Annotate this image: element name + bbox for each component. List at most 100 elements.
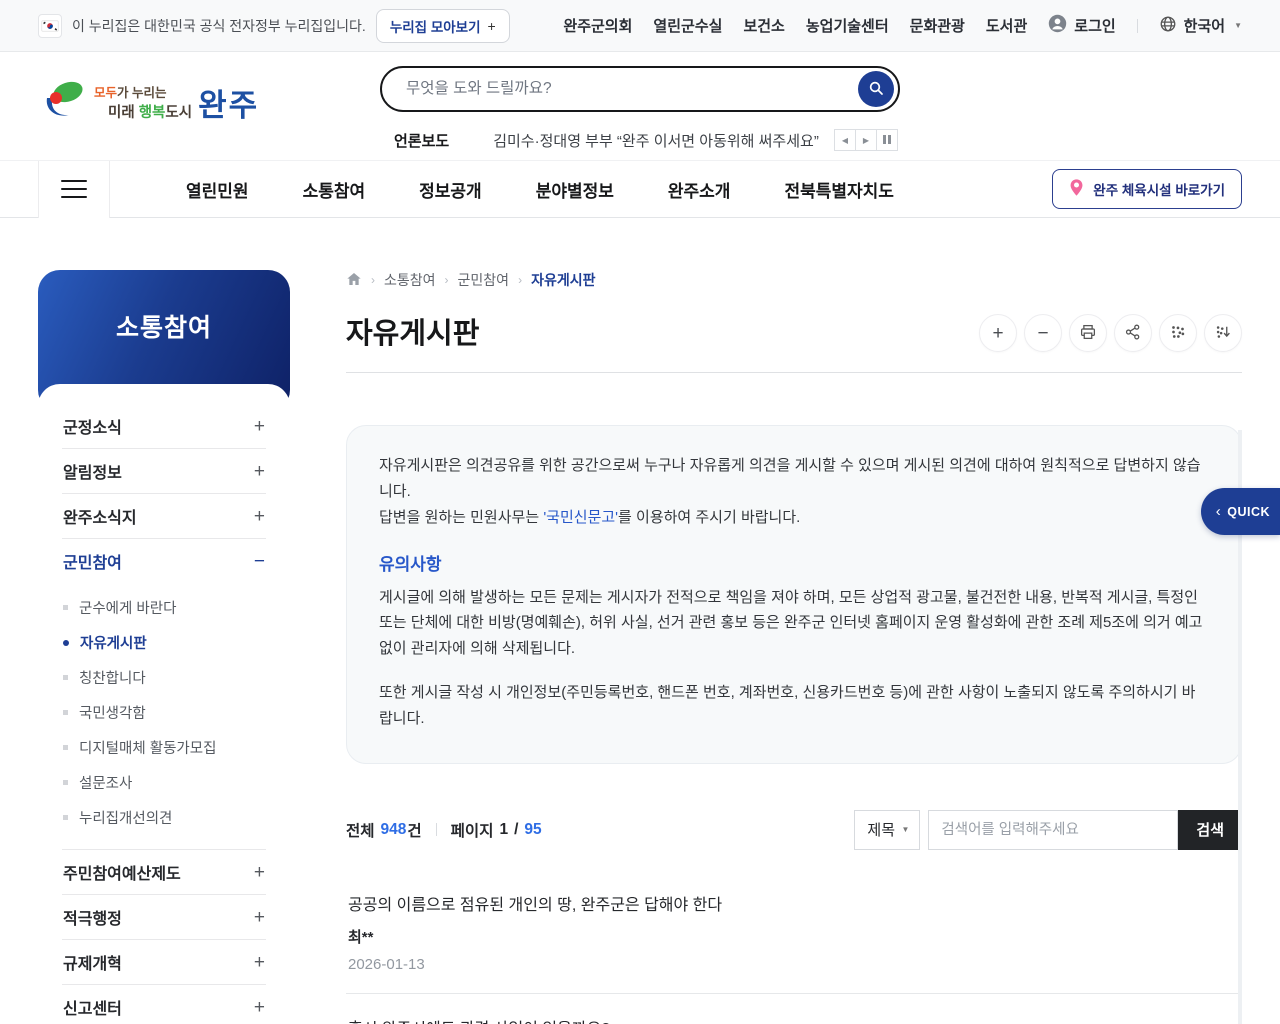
bullet-icon	[63, 815, 68, 820]
wanju-emblem-icon	[40, 78, 86, 127]
breadcrumb-sotong[interactable]: 소통참여	[384, 270, 436, 290]
submenu-item-digital-media[interactable]: 디지털매체 활동가모집	[63, 730, 265, 765]
official-notice-text: 이 누리집은 대한민국 공식 전자정부 누리집입니다.	[72, 17, 366, 34]
sidebar-item-budget[interactable]: 주민참여예산제도 +	[62, 850, 266, 895]
link-county-council[interactable]: 완주군의회	[563, 15, 632, 36]
caution-heading: 유의사항	[379, 555, 442, 575]
nav-item-minwon[interactable]: 열린민원	[186, 177, 249, 202]
breadcrumb-current[interactable]: 자유게시판	[531, 270, 595, 290]
board-count-info: 전체 948 건 페이지 1 / 95	[346, 819, 542, 841]
board-intro-line2: 답변을 원하는 민원사무는 '국민신문고'를 이용하여 주시기 바랍니다.	[379, 508, 801, 526]
board-search-button[interactable]: 검색	[1178, 809, 1242, 850]
braille-view-button[interactable]	[1159, 314, 1197, 352]
post-title[interactable]: 공공의 이름으로 점유된 개인의 땅, 완주군은 답해야 한다	[348, 891, 1240, 915]
share-button[interactable]	[1114, 314, 1152, 352]
sidebar-item-gunmin[interactable]: 군민참여 −	[62, 539, 266, 583]
language-label: 한국어	[1183, 18, 1226, 35]
search-category-select[interactable]: 제목 ▼	[854, 809, 921, 850]
link-agriculture-center[interactable]: 농업기술센터	[806, 15, 889, 36]
sidebar-item-proactive[interactable]: 적극행정 +	[62, 895, 266, 940]
link-mayor-office[interactable]: 열린군수실	[653, 15, 722, 36]
site-collection-label: 누리집 모아보기	[389, 19, 481, 35]
site-search-input[interactable]	[382, 68, 898, 110]
sports-facility-button[interactable]: 완주 체육시설 바로가기	[1052, 169, 1242, 209]
expand-icon: +	[253, 505, 265, 527]
official-site-notice: 이 누리집은 대한민국 공식 전자정부 누리집입니다. 누리집 모아보기 +	[38, 8, 510, 43]
font-zoom-out-button[interactable]: −	[1024, 314, 1062, 352]
wanju-logo[interactable]: 모두가 누리는 미래 행복도시 완주	[40, 78, 259, 127]
breadcrumb-separator: ›	[444, 273, 449, 287]
globe-icon	[1159, 15, 1177, 37]
post-title[interactable]: 혹시 완주시에도 관련 사업이 있을까요?	[348, 1015, 1240, 1024]
post-row[interactable]: 혹시 완주시에도 관련 사업이 있을까요? 김** 2026-01-13	[346, 994, 1242, 1024]
board-search-input[interactable]	[928, 809, 1179, 850]
press-headline[interactable]: 김미수·정대영 부부 “완주 이서면 아동위해 써주세요”	[493, 130, 835, 151]
hamburger-icon	[61, 179, 87, 183]
sidebar-item-sosikji[interactable]: 완주소식지 +	[62, 494, 266, 539]
nav-item-jeonbuk[interactable]: 전북특별자치도	[784, 177, 893, 202]
login-button[interactable]: 로그인	[1048, 14, 1116, 37]
current-page: 1	[499, 820, 509, 838]
sidebar-item-regulation[interactable]: 규제개혁 +	[62, 940, 266, 985]
board-notice-box: 자유게시판은 의견공유를 위한 공간으로써 누구나 자유롭게 의견을 게시할 수…	[346, 425, 1242, 764]
top-links: 완주군의회 열린군수실 보건소 농업기술센터 문화관광 도서관 로그인 한국어 …	[563, 14, 1242, 37]
wanju-board-page: 이 누리집은 대한민국 공식 전자정부 누리집입니다. 누리집 모아보기 + 완…	[0, 0, 1280, 1024]
submenu-item-thinkbox[interactable]: 국민생각함	[63, 695, 265, 730]
sidebar-item-gunjeong[interactable]: 군정소식 +	[62, 404, 266, 449]
expand-icon: +	[253, 415, 265, 437]
quick-menu-toggle[interactable]: ‹ QUICK	[1200, 488, 1280, 535]
ticker-pause-button[interactable]	[876, 129, 898, 151]
font-zoom-in-button[interactable]: +	[979, 314, 1017, 352]
nav-item-jeongbo[interactable]: 정보공개	[419, 177, 482, 202]
expand-icon: +	[253, 460, 265, 482]
logo-city-name: 완주	[198, 88, 260, 123]
hamburger-menu-button[interactable]	[38, 160, 110, 218]
ticker-next-button[interactable]: ▶	[855, 129, 877, 151]
bullet-icon	[63, 745, 68, 750]
board-intro-line1: 자유게시판은 의견공유를 위한 공간으로써 누구나 자유롭게 의견을 게시할 수…	[379, 457, 1201, 500]
total-unit: 건	[407, 822, 422, 840]
collapse-icon: −	[253, 550, 265, 572]
breadcrumb-gunmin[interactable]: 군민참여	[458, 270, 510, 290]
bullet-icon	[63, 675, 68, 680]
sidebar-menu: 군정소식 + 알림정보 + 완주소식지 + 군민참여 − 군수에게 바란다 자유…	[38, 384, 290, 1024]
pause-icon	[882, 134, 892, 146]
link-health-center[interactable]: 보건소	[743, 15, 784, 36]
login-label: 로그인	[1074, 18, 1116, 35]
total-label: 전체	[346, 822, 375, 840]
sidebar-item-allim[interactable]: 알림정보 +	[62, 449, 266, 494]
expand-icon: +	[253, 906, 265, 928]
map-pin-icon	[1069, 178, 1084, 200]
ticker-prev-button[interactable]: ◀	[834, 129, 856, 151]
submenu-item-praise[interactable]: 칭찬합니다	[63, 660, 265, 695]
bullet-icon	[63, 605, 68, 610]
submenu-item-free-board[interactable]: 자유게시판	[63, 625, 265, 660]
site-collection-button[interactable]: 누리집 모아보기 +	[375, 8, 510, 43]
print-button[interactable]	[1069, 314, 1107, 352]
post-row[interactable]: 공공의 이름으로 점유된 개인의 땅, 완주군은 답해야 한다 최** 2026…	[346, 870, 1242, 994]
search-button[interactable]	[858, 71, 894, 107]
link-library[interactable]: 도서관	[986, 15, 1027, 36]
submenu-item-survey[interactable]: 설문조사	[63, 765, 265, 800]
submenu-item-site-feedback[interactable]: 누리집개선의견	[63, 800, 265, 835]
ticker-controls: ◀ ▶	[834, 129, 898, 151]
site-search-bar	[380, 66, 900, 112]
board-meta-row: 전체 948 건 페이지 1 / 95 제목 ▼ 검색	[346, 809, 1242, 850]
page-label: 페이지	[450, 822, 494, 840]
expand-icon: +	[253, 951, 265, 973]
nav-item-bunya[interactable]: 분야별정보	[536, 177, 614, 202]
bullet-icon	[63, 639, 69, 646]
caution-body: 게시글에 의해 발생하는 모든 문제는 게시자가 전적으로 책임을 져야 하며,…	[379, 588, 1203, 658]
submenu-item-gunsu[interactable]: 군수에게 바란다	[63, 590, 265, 625]
sidebar: 소통참여 군정소식 + 알림정보 + 완주소식지 + 군민참여 − 군수에게 바…	[38, 270, 290, 1024]
sidebar-item-report-center[interactable]: 신고센터 +	[62, 985, 266, 1024]
braille-download-button[interactable]	[1204, 314, 1242, 352]
board-search-group: 제목 ▼ 검색	[854, 809, 1242, 850]
home-icon[interactable]	[346, 271, 362, 290]
sinmungo-link[interactable]: '국민신문고'	[543, 509, 618, 526]
share-icon	[1124, 323, 1142, 344]
language-selector[interactable]: 한국어 ▼	[1159, 15, 1242, 37]
nav-item-sogae[interactable]: 완주소개	[668, 177, 731, 202]
nav-item-sotong[interactable]: 소통참여	[303, 177, 366, 202]
link-culture-tourism[interactable]: 문화관광	[910, 15, 965, 36]
